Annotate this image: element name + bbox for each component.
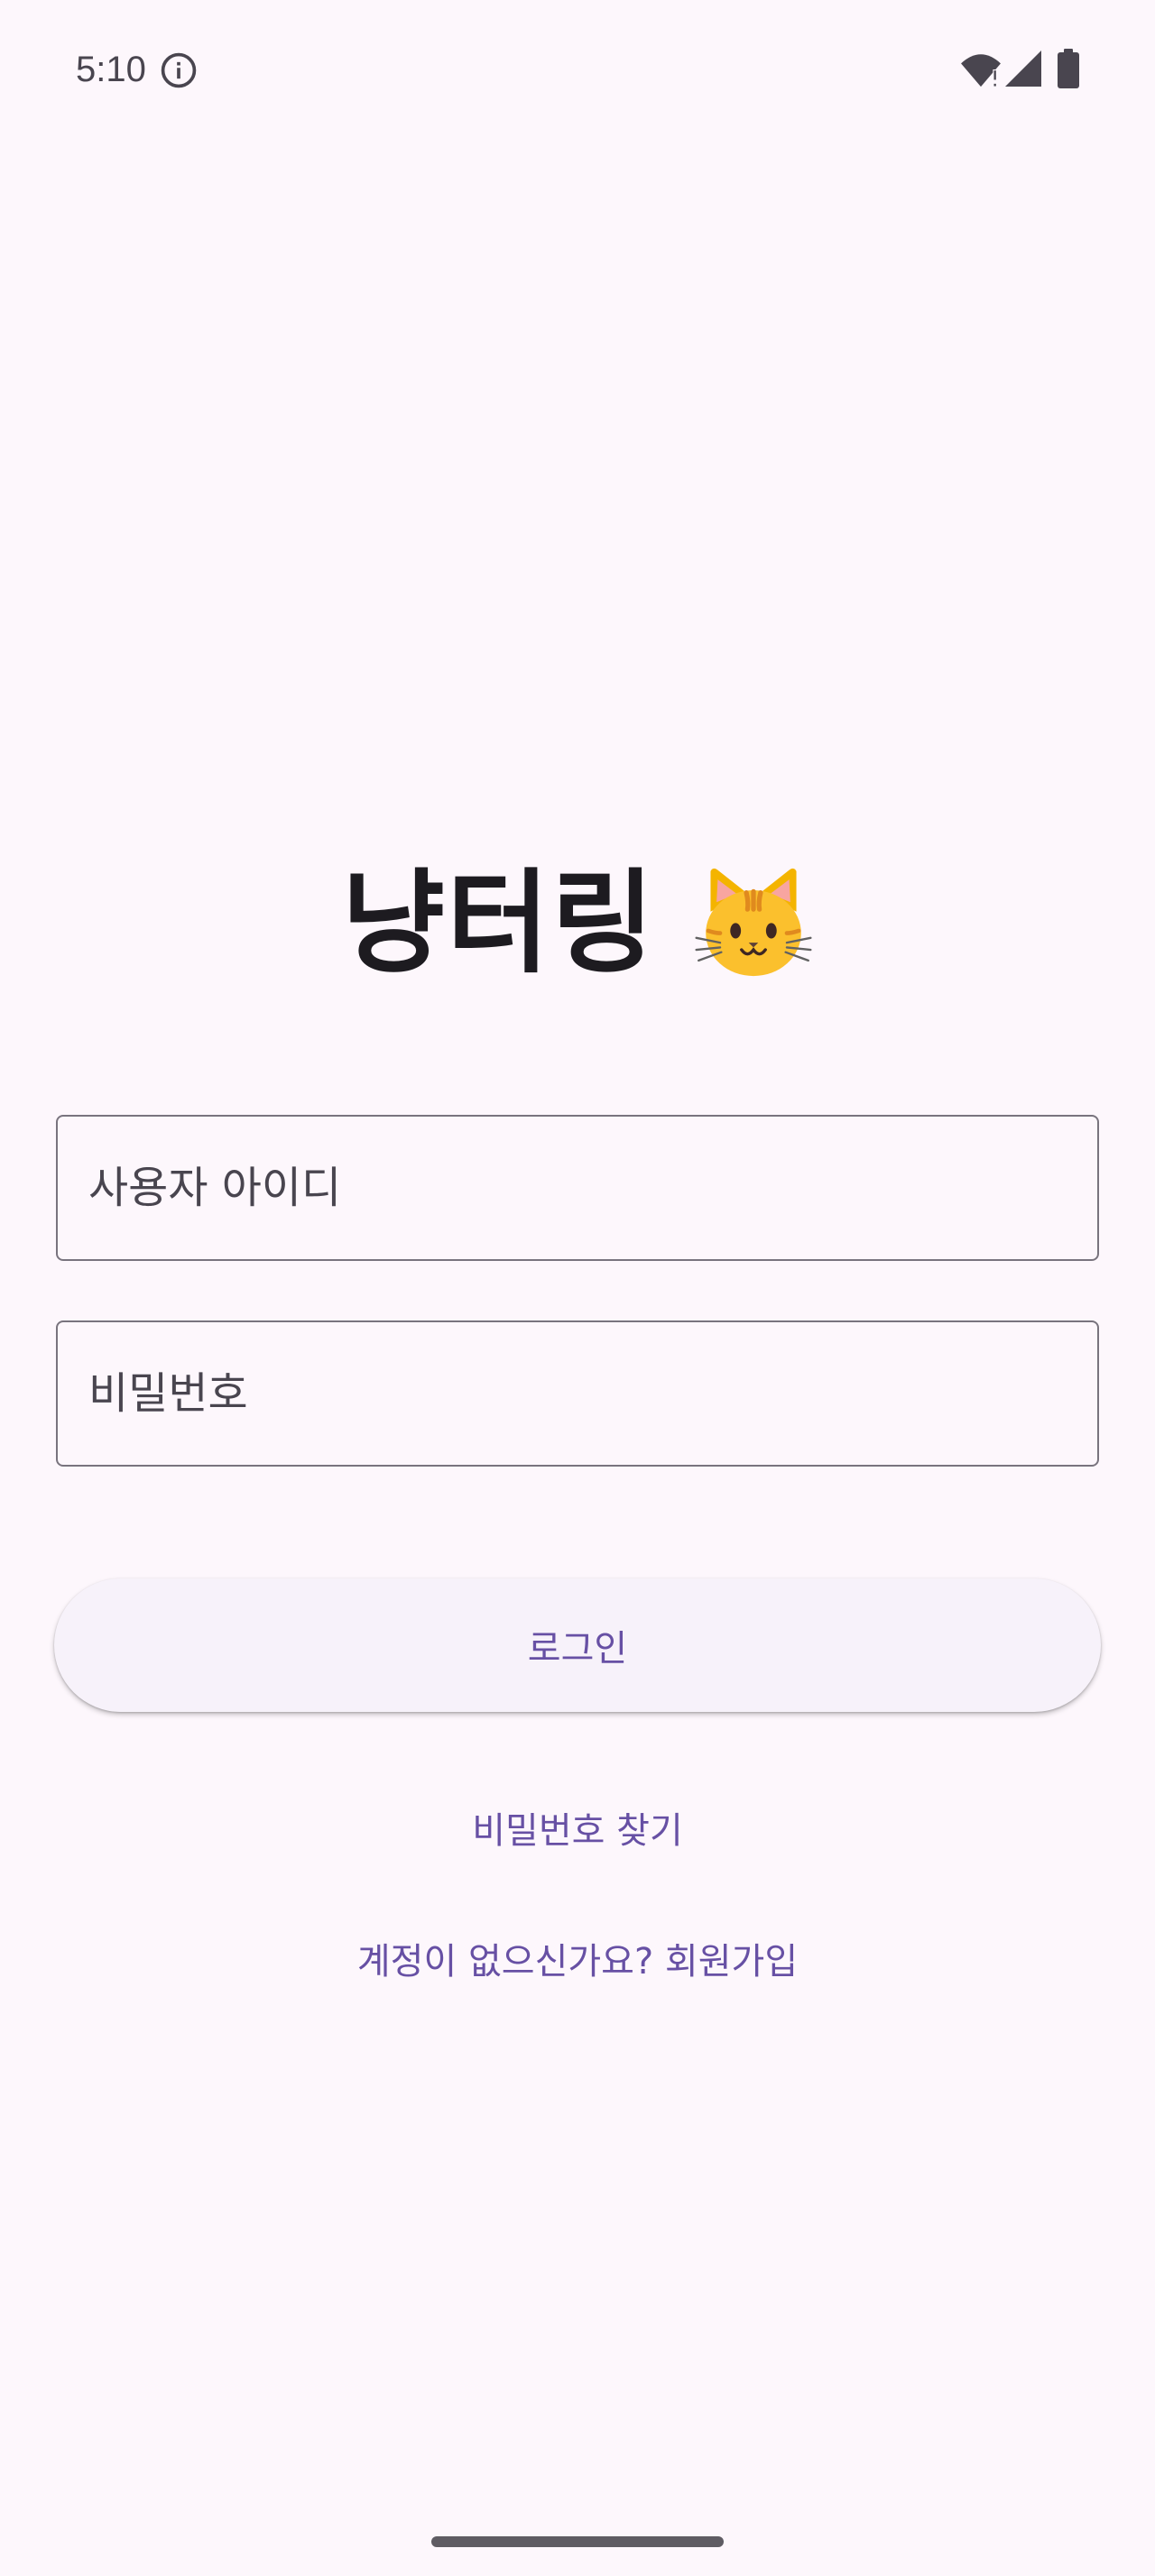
battery-icon [1058,49,1079,88]
login-button[interactable]: 로그인 [54,1578,1101,1712]
password-placeholder: 비밀번호 [88,1368,248,1419]
app-title-text: 냥터링 [341,859,657,989]
app-title: 냥터링 [0,851,1155,996]
cat-face-icon [695,868,812,977]
home-indicator[interactable] [431,2536,724,2547]
signup-link[interactable]: 계정이 없으신가요? 회원가입 [0,1935,1155,1989]
username-placeholder: 사용자 아이디 [88,1163,342,1213]
password-field[interactable]: 비밀번호 [56,1320,1099,1467]
info-icon [161,52,197,88]
username-field[interactable]: 사용자 아이디 [56,1115,1099,1261]
status-time: 5:10 [76,50,146,89]
signal-icon [1005,51,1041,87]
find-password-link[interactable]: 비밀번호 찾기 [0,1804,1155,1858]
login-button-label: 로그인 [527,1628,628,1670]
status-bar: 5:10 [0,0,1155,139]
wifi-icon [961,54,1001,87]
